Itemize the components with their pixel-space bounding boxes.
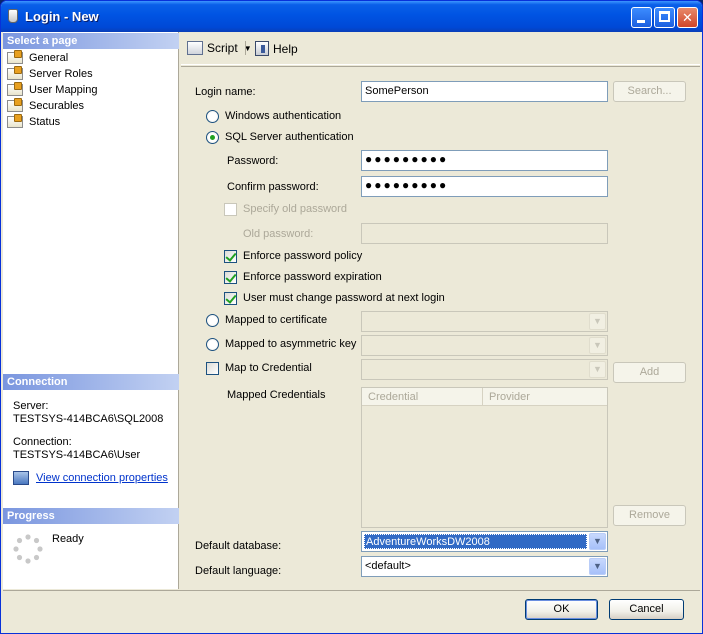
specify-old-password-checkbox[interactable] (224, 203, 237, 216)
page-item-label: General (29, 52, 69, 64)
connection-properties-icon (13, 471, 29, 485)
help-button[interactable]: Help (255, 41, 298, 56)
script-label: Script (207, 41, 238, 55)
must-change-password-label: User must change password at next login (243, 292, 445, 304)
mapped-credentials-grid[interactable]: Credential Provider (361, 387, 608, 528)
login-name-input[interactable]: SomePerson (361, 81, 608, 102)
close-icon: ✕ (682, 10, 693, 25)
page-icon (7, 66, 23, 80)
confirm-password-label: Confirm password: (227, 181, 319, 193)
page-icon (7, 50, 23, 64)
add-credential-button[interactable]: Add (613, 362, 686, 383)
remove-credential-button[interactable]: Remove (613, 505, 686, 526)
server-value: TESTSYS-414BCA6\SQL2008 (13, 413, 164, 425)
credential-select[interactable]: ▼ (361, 359, 608, 380)
mapped-asymmetric-key-label: Mapped to asymmetric key (225, 338, 357, 350)
connection-header: Connection (3, 374, 179, 390)
chevron-down-icon[interactable]: ▼ (589, 337, 606, 354)
default-database-value: AdventureWorksDW2008 (364, 534, 587, 549)
toolbar: Script ▼ Help (181, 32, 700, 65)
enforce-policy-checkbox[interactable] (224, 250, 237, 263)
password-input[interactable]: ●●●●●●●●● (361, 150, 608, 171)
chevron-down-icon[interactable]: ▼ (589, 313, 606, 330)
cancel-button[interactable]: Cancel (609, 599, 684, 620)
mapped-credentials-label: Mapped Credentials (227, 389, 326, 401)
login-new-window: Login - New ✕ Select a page General Serv… (0, 0, 703, 634)
maximize-button[interactable] (654, 7, 675, 28)
must-change-password-checkbox[interactable] (224, 292, 237, 305)
progress-status: Ready (52, 533, 84, 545)
page-icon (7, 114, 23, 128)
password-label: Password: (227, 155, 279, 167)
database-icon (8, 9, 18, 23)
chevron-down-icon[interactable]: ▼ (589, 361, 606, 378)
windows-auth-label: Windows authentication (225, 110, 342, 122)
login-name-label: Login name: (195, 86, 256, 98)
page-item-user-mapping[interactable]: User Mapping (7, 82, 97, 98)
default-database-label: Default database: (195, 540, 282, 552)
map-to-credential-label: Map to Credential (225, 362, 312, 374)
default-database-select[interactable]: AdventureWorksDW2008 ▼ (361, 531, 608, 552)
chevron-down-icon[interactable]: ▼ (589, 533, 606, 550)
mapped-certificate-label: Mapped to certificate (225, 314, 328, 326)
provider-column-header[interactable]: Provider (482, 388, 607, 406)
left-panel: Select a page General Server Roles User … (3, 32, 179, 589)
default-language-select[interactable]: <default> ▼ (361, 556, 608, 577)
close-button[interactable]: ✕ (677, 7, 698, 28)
grid-header: Credential Provider (362, 388, 607, 406)
page-item-label: Securables (29, 100, 85, 112)
chevron-down-icon[interactable]: ▼ (589, 558, 606, 575)
page-item-label: Status (29, 116, 61, 128)
minimize-button[interactable] (631, 7, 652, 28)
specify-old-password-label: Specify old password (243, 203, 347, 215)
default-language-label: Default language: (195, 565, 282, 577)
mapped-certificate-radio[interactable] (206, 314, 219, 327)
maximize-icon (659, 11, 670, 22)
connection-value: TESTSYS-414BCA6\User (13, 449, 141, 461)
sql-auth-label: SQL Server authentication (225, 131, 354, 143)
help-icon (255, 41, 269, 56)
minimize-icon (637, 20, 645, 23)
connection-label: Connection: (13, 436, 72, 448)
enforce-expiration-checkbox[interactable] (224, 271, 237, 284)
windows-auth-radio[interactable] (206, 110, 219, 123)
page-icon (7, 82, 23, 96)
page-item-general[interactable]: General (7, 50, 68, 66)
enforce-policy-label: Enforce password policy (243, 250, 363, 262)
asymmetric-key-select[interactable]: ▼ (361, 335, 608, 356)
script-icon (187, 41, 203, 55)
enforce-expiration-label: Enforce password expiration (243, 271, 382, 283)
help-label: Help (273, 41, 298, 56)
sql-auth-radio[interactable] (206, 131, 219, 144)
ok-button[interactable]: OK (525, 599, 598, 620)
toolbar-separator (245, 41, 246, 55)
page-item-label: User Mapping (29, 84, 98, 96)
progress-header: Progress (3, 508, 179, 524)
page-icon (7, 98, 23, 112)
map-to-credential-checkbox[interactable] (206, 362, 219, 375)
title-bar[interactable]: Login - New ✕ (1, 1, 702, 32)
search-button[interactable]: Search... (613, 81, 686, 102)
window-title: Login - New (25, 9, 99, 24)
old-password-label: Old password: (243, 228, 314, 240)
mapped-asymmetric-key-radio[interactable] (206, 338, 219, 351)
select-page-header: Select a page (3, 33, 179, 49)
old-password-input[interactable] (361, 223, 608, 244)
server-label: Server: (13, 400, 49, 412)
view-connection-properties-link[interactable]: View connection properties (36, 472, 168, 484)
confirm-password-input[interactable]: ●●●●●●●●● (361, 176, 608, 197)
progress-spinner-icon (13, 534, 43, 564)
page-item-label: Server Roles (29, 68, 93, 80)
page-item-securables[interactable]: Securables (7, 98, 84, 114)
default-language-value: <default> (365, 560, 411, 572)
page-item-server-roles[interactable]: Server Roles (7, 66, 93, 82)
script-button[interactable]: Script ▼ (187, 41, 252, 55)
page-item-status[interactable]: Status (7, 114, 60, 130)
credential-column-header[interactable]: Credential (362, 388, 482, 406)
certificate-select[interactable]: ▼ (361, 311, 608, 332)
